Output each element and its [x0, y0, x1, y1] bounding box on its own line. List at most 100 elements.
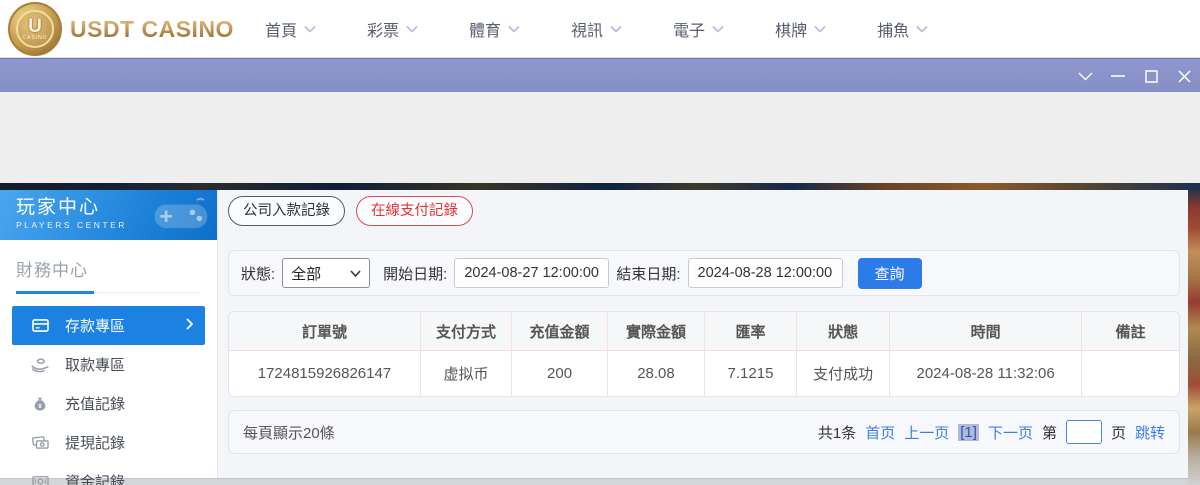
cell-order-no: 1724815926826147: [229, 351, 421, 396]
cell-rate: 7.1215: [705, 351, 797, 396]
sidebar-item-label: 存款專區: [65, 315, 186, 336]
section-underline: [16, 291, 94, 294]
nav-item-sports[interactable]: 體育: [469, 17, 520, 41]
records-table: 訂單號 支付方式 充值金額 實際金額 匯率 狀態 時間 備註 172481592…: [228, 311, 1180, 397]
nav-item-live[interactable]: 視訊: [571, 17, 622, 41]
jump-prefix-text: 第: [1042, 422, 1057, 443]
start-date-label: 開始日期:: [383, 263, 447, 284]
window-close-button[interactable]: [1176, 68, 1192, 84]
nav-item-lottery[interactable]: 彩票: [367, 17, 418, 41]
top-navbar: U CASINO USDT CASINO 首頁 彩票 體育 視訊: [0, 0, 1200, 58]
jump-suffix-text: 页: [1111, 422, 1126, 443]
chevron-down-icon: [814, 25, 826, 33]
prev-page-link[interactable]: 上一页: [904, 422, 949, 443]
gamepad-icon: [153, 196, 209, 239]
page-background-band: [0, 92, 1200, 183]
nav-item-label: 視訊: [571, 17, 603, 41]
total-count-text: 共1条: [818, 422, 856, 443]
sidebar: 玩家中心 PLAYERS CENTER 財務中心 存款專: [0, 190, 218, 478]
tab-company-deposit-record[interactable]: 公司入款記錄: [228, 196, 345, 226]
record-tabs: 公司入款記錄 在線支付記錄: [228, 196, 473, 226]
current-page-indicator[interactable]: [1]: [958, 424, 979, 441]
nav-item-home[interactable]: 首頁: [265, 17, 316, 41]
main-nav: 首頁 彩票 體育 視訊 電子 棋牌: [265, 0, 928, 57]
status-select[interactable]: 全部: [282, 258, 370, 288]
nav-item-cards[interactable]: 棋牌: [775, 17, 826, 41]
window-maximize-button[interactable]: [1143, 68, 1159, 84]
logo[interactable]: U CASINO USDT CASINO: [8, 1, 234, 57]
status-label: 狀態:: [241, 263, 275, 284]
sidebar-item-withdrawal-record[interactable]: 提現記錄: [12, 423, 205, 462]
funds-record-icon: [30, 472, 50, 485]
nav-item-label: 捕魚: [877, 17, 909, 41]
col-header-order-no: 訂單號: [229, 312, 421, 350]
cell-time: 2024-08-28 11:32:06: [890, 351, 1082, 396]
sidebar-item-label: 充值記錄: [65, 393, 193, 414]
background-image-strip: [0, 183, 1200, 190]
pagination-bar: 每頁顯示20條 共1条 首页 上一页 [1] 下一页 第 页 跳转: [228, 410, 1180, 454]
col-header-actual-amount: 實際金額: [608, 312, 705, 350]
next-page-link[interactable]: 下一页: [988, 422, 1033, 443]
logo-text: USDT CASINO: [70, 16, 234, 43]
logo-monogram: U: [28, 18, 42, 35]
logo-coin-caption: CASINO: [22, 35, 47, 41]
chevron-down-icon: [712, 25, 724, 33]
cell-remark: [1082, 351, 1179, 396]
start-date-input[interactable]: [454, 258, 609, 288]
page-size-text: 每頁顯示20條: [243, 422, 335, 443]
tab-online-payment-record[interactable]: 在線支付記錄: [356, 196, 473, 226]
col-header-pay-method: 支付方式: [421, 312, 512, 350]
logo-coin-icon: U CASINO: [8, 2, 62, 56]
sidebar-item-deposit-zone[interactable]: 存款專區: [12, 306, 205, 345]
logo-coin-inner: U CASINO: [16, 10, 54, 48]
nav-item-label: 首頁: [265, 17, 297, 41]
sidebar-item-label: 取款專區: [65, 354, 193, 375]
end-date-input[interactable]: [688, 258, 843, 288]
maximize-icon: [1145, 70, 1158, 83]
cell-actual-amount: 28.08: [608, 351, 705, 396]
moneybag-icon: ¥: [30, 394, 50, 414]
sidebar-header: 玩家中心 PLAYERS CENTER: [0, 190, 217, 240]
window-titlebar: [0, 58, 1200, 92]
window-minimize-button[interactable]: [1110, 68, 1126, 84]
col-header-rate: 匯率: [705, 312, 797, 350]
col-header-recharge-amount: 充值金額: [512, 312, 608, 350]
nav-item-label: 彩票: [367, 17, 399, 41]
chevron-right-icon: [186, 317, 193, 334]
chevron-down-icon: [304, 25, 316, 33]
withdraw-hand-icon: [30, 355, 50, 375]
first-page-link[interactable]: 首页: [865, 422, 895, 443]
cell-recharge-amount: 200: [512, 351, 608, 396]
sidebar-item-withdraw-zone[interactable]: 取款專區: [12, 345, 205, 384]
chevron-down-icon: [406, 25, 418, 33]
svg-text:¥: ¥: [38, 402, 42, 409]
screen: U CASINO USDT CASINO 首頁 彩票 體育 視訊: [0, 0, 1200, 485]
chevron-down-icon: [508, 25, 520, 33]
col-header-remark: 備註: [1082, 312, 1179, 350]
pagination-controls: 共1条 首页 上一页 [1] 下一页 第 页 跳转: [818, 420, 1165, 444]
table-header-row: 訂單號 支付方式 充值金額 實際金額 匯率 狀態 時間 備註: [229, 312, 1179, 351]
chevron-down-icon: [1078, 72, 1093, 81]
col-header-status: 狀態: [797, 312, 890, 350]
banknotes-icon: [30, 433, 50, 453]
sidebar-item-recharge-record[interactable]: ¥ 充值記錄: [12, 384, 205, 423]
sidebar-menu: 存款專區 取款專區 ¥ 充值記錄 提現: [0, 306, 217, 485]
nav-item-fishing[interactable]: 捕魚: [877, 17, 928, 41]
chevron-down-icon: [350, 270, 361, 277]
sidebar-section-title: 財務中心: [16, 256, 201, 293]
col-header-time: 時間: [890, 312, 1082, 350]
page-jump-input[interactable]: [1066, 420, 1102, 444]
jump-action-link[interactable]: 跳转: [1135, 422, 1165, 443]
sidebar-item-funds-record[interactable]: 資金記錄: [12, 462, 205, 485]
sidebar-item-label: 提現記錄: [65, 432, 193, 453]
nav-item-label: 電子: [673, 17, 705, 41]
nav-item-slots[interactable]: 電子: [673, 17, 724, 41]
window-controls: [1077, 59, 1192, 93]
close-icon: [1178, 70, 1191, 83]
sidebar-section-label: 財務中心: [16, 261, 88, 280]
table-row: 1724815926826147 虚拟币 200 28.08 7.1215 支付…: [229, 351, 1179, 396]
search-button[interactable]: 查詢: [858, 258, 922, 289]
window-dropdown-button[interactable]: [1077, 68, 1093, 84]
end-date-label: 結束日期:: [616, 263, 680, 284]
chevron-down-icon: [610, 25, 622, 33]
